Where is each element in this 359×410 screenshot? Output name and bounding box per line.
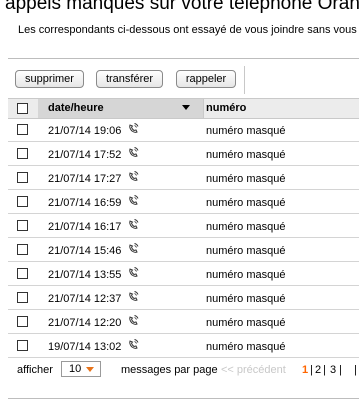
callback-button[interactable]: rappeler	[176, 70, 236, 88]
missed-call-phone-icon	[128, 289, 140, 301]
row-checkbox[interactable]	[17, 220, 28, 231]
row-datetime: 21/07/14 19:06	[48, 125, 122, 137]
missed-call-phone-icon	[128, 313, 140, 325]
table-row[interactable]: 21/07/14 15:46 numéro masqué	[8, 238, 359, 262]
row-checkbox[interactable]	[17, 292, 28, 303]
show-label: afficher	[17, 364, 53, 376]
page-separator: |	[339, 364, 342, 376]
column-header-number[interactable]: numéro	[206, 102, 246, 114]
row-checkbox[interactable]	[17, 244, 28, 255]
row-number: numéro masqué	[206, 173, 286, 185]
row-checkbox[interactable]	[17, 316, 28, 327]
table-row[interactable]: 21/07/14 17:52 numéro masqué	[8, 142, 359, 166]
row-checkbox[interactable]	[17, 340, 28, 351]
missed-calls-page: appels manqués sur votre téléphone Orang…	[0, 0, 359, 410]
row-datetime: 21/07/14 13:55	[48, 269, 122, 281]
row-checkbox[interactable]	[17, 124, 28, 135]
row-checkbox[interactable]	[17, 196, 28, 207]
row-datetime: 21/07/14 12:20	[48, 317, 122, 329]
row-number: numéro masqué	[206, 245, 286, 257]
page-subtitle: Les correspondants ci-dessous ont essayé…	[18, 24, 357, 36]
per-page-select[interactable]: 10	[61, 361, 101, 377]
row-checkbox[interactable]	[17, 172, 28, 183]
missed-call-phone-icon	[128, 241, 140, 253]
table-row[interactable]: 19/07/14 13:02 numéro masqué	[8, 334, 359, 358]
select-all-checkbox[interactable]	[17, 103, 28, 114]
column-header-date[interactable]: date/heure	[48, 102, 104, 114]
table-header: date/heure numéro	[8, 98, 359, 119]
footer-divider	[8, 398, 359, 399]
table-row[interactable]: 21/07/14 12:37 numéro masqué	[8, 286, 359, 310]
row-number: numéro masqué	[206, 269, 286, 281]
forward-button[interactable]: transférer	[96, 70, 163, 88]
missed-call-phone-icon	[128, 217, 140, 229]
delete-button[interactable]: supprimer	[15, 70, 84, 88]
page-link-2[interactable]: 2	[315, 364, 321, 376]
page-link-3[interactable]: 3	[330, 364, 336, 376]
row-datetime: 21/07/14 15:46	[48, 245, 122, 257]
missed-call-phone-icon	[128, 169, 140, 181]
missed-call-phone-icon	[128, 337, 140, 349]
pagination-bar: afficher 10 messages par page << précéde…	[0, 360, 359, 382]
missed-call-phone-icon	[128, 145, 140, 157]
row-datetime: 21/07/14 17:27	[48, 173, 122, 185]
page-separator: |	[310, 364, 313, 376]
divider	[8, 58, 359, 59]
table-row[interactable]: 21/07/14 16:59 numéro masqué	[8, 190, 359, 214]
row-number: numéro masqué	[206, 293, 286, 305]
row-checkbox[interactable]	[17, 148, 28, 159]
per-page-value: 10	[69, 363, 82, 375]
previous-page-link[interactable]: << précédent	[221, 364, 286, 376]
toolbar: supprimer transférer rappeler	[0, 66, 359, 94]
row-number: numéro masqué	[206, 341, 286, 353]
page-link-1[interactable]: 1	[302, 364, 308, 376]
row-number: numéro masqué	[206, 149, 286, 161]
sort-desc-icon[interactable]	[182, 105, 190, 110]
page-separator: |	[323, 364, 326, 376]
row-number: numéro masqué	[206, 197, 286, 209]
table-row[interactable]: 21/07/14 13:55 numéro masqué	[8, 262, 359, 286]
row-checkbox[interactable]	[17, 268, 28, 279]
row-datetime: 21/07/14 17:52	[48, 149, 122, 161]
row-datetime: 21/07/14 16:59	[48, 197, 122, 209]
missed-call-phone-icon	[128, 121, 140, 133]
missed-call-phone-icon	[128, 265, 140, 277]
row-datetime: 21/07/14 12:37	[48, 293, 122, 305]
table-row[interactable]: 21/07/14 12:20 numéro masqué	[8, 310, 359, 334]
row-number: numéro masqué	[206, 221, 286, 233]
page-separator: |	[354, 364, 357, 376]
page-title: appels manqués sur votre téléphone Orang…	[5, 0, 359, 14]
table-row[interactable]: 21/07/14 17:27 numéro masqué	[8, 166, 359, 190]
table-row[interactable]: 21/07/14 16:17 numéro masqué	[8, 214, 359, 238]
row-number: numéro masqué	[206, 317, 286, 329]
missed-call-phone-icon	[128, 193, 140, 205]
row-datetime: 21/07/14 16:17	[48, 221, 122, 233]
table-row[interactable]: 21/07/14 19:06 numéro masqué	[8, 118, 359, 142]
per-page-label: messages par page	[121, 364, 218, 376]
dropdown-arrow-icon	[86, 367, 94, 372]
row-datetime: 19/07/14 13:02	[48, 341, 122, 353]
toolbar-divider	[244, 66, 245, 94]
column-divider	[203, 99, 204, 118]
row-number: numéro masqué	[206, 125, 286, 137]
